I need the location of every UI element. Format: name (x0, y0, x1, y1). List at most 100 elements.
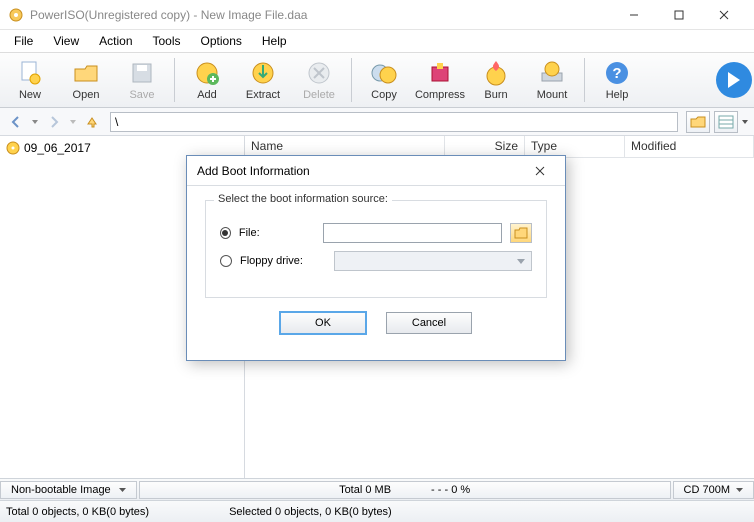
toolbar-label: New (19, 89, 41, 101)
dialog-close-button[interactable] (525, 159, 555, 183)
delete-button[interactable]: Delete (291, 54, 347, 106)
next-arrow-icon[interactable] (714, 60, 754, 100)
status-bar-1: Non-bootable Image Total 0 MB - - - 0 % … (0, 478, 754, 500)
delete-icon (305, 59, 333, 87)
column-name[interactable]: Name (245, 136, 445, 157)
menu-options[interactable]: Options (191, 32, 252, 50)
file-path-input[interactable] (323, 223, 502, 243)
chevron-down-icon (736, 488, 743, 492)
toolbar-label: Save (129, 89, 154, 101)
path-text: \ (115, 115, 118, 129)
new-icon (16, 59, 44, 87)
boot-source-group: Select the boot information source: File… (205, 200, 547, 298)
view-dropdown[interactable] (740, 120, 750, 124)
copy-icon (370, 59, 398, 87)
window-title: PowerISO(Unregistered copy) - New Image … (30, 8, 611, 22)
nav-up-button[interactable] (80, 111, 104, 133)
maximize-button[interactable] (656, 1, 701, 29)
path-input[interactable]: \ (110, 112, 678, 132)
toolbar-label: Burn (484, 89, 507, 101)
cancel-button[interactable]: Cancel (386, 312, 472, 334)
folder-view-button[interactable] (686, 111, 710, 133)
new-button[interactable]: New (2, 54, 58, 106)
total-text: Total 0 MB (339, 484, 391, 496)
menubar: File View Action Tools Options Help (0, 30, 754, 52)
mount-button[interactable]: Mount (524, 54, 580, 106)
chevron-down-icon (517, 259, 525, 264)
save-icon (128, 59, 156, 87)
list-view-button[interactable] (714, 111, 738, 133)
close-button[interactable] (701, 1, 746, 29)
chevron-down-icon (119, 488, 126, 492)
app-icon (8, 7, 24, 23)
menu-action[interactable]: Action (89, 32, 142, 50)
toolbar-label: Mount (537, 89, 568, 101)
ok-button[interactable]: OK (280, 312, 366, 334)
compress-button[interactable]: Compress (412, 54, 468, 106)
open-icon (72, 59, 100, 87)
toolbar-label: Extract (246, 89, 280, 101)
burn-button[interactable]: Burn (468, 54, 524, 106)
svg-text:?: ? (612, 65, 621, 82)
disc-size-selector[interactable]: CD 700M (673, 481, 754, 499)
help-button[interactable]: ? Help (589, 54, 645, 106)
column-size[interactable]: Size (445, 136, 525, 157)
extract-icon (249, 59, 277, 87)
bootable-status[interactable]: Non-bootable Image (0, 481, 137, 499)
window-titlebar: PowerISO(Unregistered copy) - New Image … (0, 0, 754, 30)
toolbar: New Open Save Add Extract Delete Copy Co… (0, 52, 754, 108)
open-button[interactable]: Open (58, 54, 114, 106)
disc-text: CD 700M (684, 484, 730, 496)
progress-bar: Total 0 MB - - - 0 % (139, 481, 671, 499)
browse-button[interactable] (510, 223, 532, 243)
toolbar-separator (174, 58, 175, 102)
menu-tools[interactable]: Tools (143, 32, 191, 50)
mount-icon (538, 59, 566, 87)
group-legend: Select the boot information source: (214, 193, 392, 205)
total-objects-text: Total 0 objects, 0 KB(0 bytes) (6, 506, 149, 518)
menu-help[interactable]: Help (252, 32, 297, 50)
add-boot-dialog: Add Boot Information Select the boot inf… (186, 155, 566, 361)
percent-text: - - - 0 % (431, 484, 470, 496)
column-type[interactable]: Type (525, 136, 625, 157)
toolbar-separator (351, 58, 352, 102)
dialog-titlebar: Add Boot Information (187, 156, 565, 186)
nav-back-dropdown[interactable] (30, 120, 40, 124)
burn-icon (482, 59, 510, 87)
add-button[interactable]: Add (179, 54, 235, 106)
toolbar-label: Open (73, 89, 100, 101)
menu-file[interactable]: File (4, 32, 43, 50)
navbar: \ (0, 108, 754, 136)
toolbar-label: Copy (371, 89, 397, 101)
toolbar-label: Compress (415, 89, 465, 101)
tree-item-label: 09_06_2017 (24, 141, 91, 155)
toolbar-label: Help (606, 89, 629, 101)
folder-icon (514, 227, 528, 239)
dialog-title: Add Boot Information (197, 164, 525, 178)
file-radio[interactable] (220, 227, 231, 239)
toolbar-separator (584, 58, 585, 102)
floppy-radio-label: Floppy drive: (240, 255, 326, 267)
compress-icon (426, 59, 454, 87)
nav-back-button[interactable] (4, 111, 28, 133)
disc-icon (6, 141, 20, 155)
floppy-radio[interactable] (220, 255, 232, 267)
toolbar-label: Delete (303, 89, 335, 101)
save-button[interactable]: Save (114, 54, 170, 106)
minimize-button[interactable] (611, 1, 656, 29)
extract-button[interactable]: Extract (235, 54, 291, 106)
file-radio-label: File: (239, 227, 316, 239)
nav-forward-dropdown[interactable] (68, 120, 78, 124)
copy-button[interactable]: Copy (356, 54, 412, 106)
column-modified[interactable]: Modified (625, 136, 754, 157)
floppy-drive-combo[interactable] (334, 251, 532, 271)
status-text: Non-bootable Image (11, 484, 111, 496)
nav-forward-button[interactable] (42, 111, 66, 133)
help-icon: ? (603, 59, 631, 87)
menu-view[interactable]: View (43, 32, 89, 50)
status-bar-2: Total 0 objects, 0 KB(0 bytes) Selected … (0, 500, 754, 522)
add-icon (193, 59, 221, 87)
selected-objects-text: Selected 0 objects, 0 KB(0 bytes) (229, 506, 392, 518)
toolbar-label: Add (197, 89, 217, 101)
tree-root-item[interactable]: 09_06_2017 (4, 140, 240, 156)
